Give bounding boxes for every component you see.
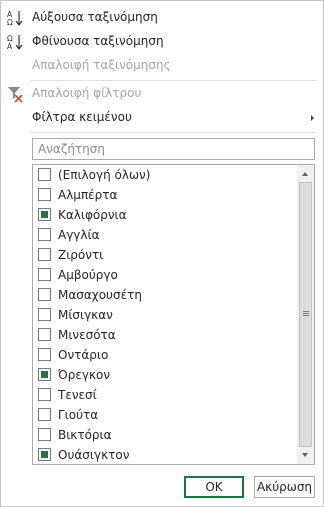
checkbox[interactable] [38,328,51,341]
checkbox[interactable] [38,448,51,461]
clear-filter-label: Απαλοιφή φίλτρου [32,86,142,100]
list-item[interactable]: (Επιλογή όλων) [33,165,297,185]
checkbox[interactable] [38,188,51,201]
checkbox[interactable] [38,288,51,301]
list-item-label: Αλμπέρτα [58,188,118,202]
list-item-label: Ουάσιγκτον [58,448,130,462]
list-item[interactable]: Μίσιγκαν [33,305,297,325]
checkbox[interactable] [38,408,51,421]
sort-descending-item[interactable]: Ω A Φθίνουσα ταξινόμηση [2,30,322,54]
checkbox[interactable] [38,268,51,281]
clear-filter-icon [8,87,23,103]
list-item[interactable]: Αμβούργο [33,265,297,285]
sort-ascending-label: Αύξουσα ταξινόμηση [32,10,158,24]
grip-line [303,313,309,314]
text-filters-label: Φίλτρα κειμένου [32,110,132,124]
list-item[interactable]: Ουάσιγκτον [33,445,297,464]
menu-divider [31,132,317,133]
checkbox[interactable] [38,168,51,181]
list-item[interactable]: Όρεγκον [33,365,297,385]
list-item[interactable]: Καλιφόρνια [33,205,297,225]
list-item[interactable]: Βικτόρια [33,425,297,445]
grip-line [303,315,309,316]
list-item-label: Μίσιγκαν [58,308,113,322]
checkbox[interactable] [38,248,51,261]
list-item[interactable]: Αγγλία [33,225,297,245]
menu-divider [31,80,317,81]
list-item-label: Ζιρόντι [58,248,104,262]
checkbox[interactable] [38,388,51,401]
list-item[interactable]: Ζιρόντι [33,245,297,265]
list-item-label: Αμβούργο [58,268,118,282]
svg-text:A: A [7,42,13,51]
checkbox[interactable] [38,368,51,381]
clear-sort-label: Απαλοιφή ταξινόμησης [32,58,171,72]
scroll-up-icon[interactable] [297,165,314,182]
sort-descending-label: Φθίνουσα ταξινόμηση [32,34,164,48]
scroll-down-icon[interactable] [297,447,314,464]
checkbox[interactable] [38,308,51,321]
list-item-label: Αγγλία [58,228,100,242]
sort-descending-icon: Ω A [7,34,23,51]
list-item[interactable]: Μασαχουσέτη [33,285,297,305]
checkbox[interactable] [38,208,51,221]
clear-filter-item: Απαλοιφή φίλτρου [2,82,322,106]
list-item-label: Γιούτα [58,408,99,422]
list-item-label: Μινεσότα [58,328,116,342]
ok-button[interactable]: OK [184,476,244,498]
filter-value-list[interactable]: (Επιλογή όλων) Αλμπέρτα Καλιφόρνια Αγγλία Ζι… [32,164,315,465]
scrollbar[interactable] [297,165,314,464]
list-item[interactable]: Τενεσί [33,385,297,405]
list-item-label: Όρεγκον [58,368,111,382]
cancel-button[interactable]: Ακύρωση [254,476,315,498]
grip-line [303,311,309,312]
list-item[interactable]: Αλμπέρτα [33,185,297,205]
checkbox[interactable] [38,348,51,361]
list-item-label: Βικτόρια [58,428,112,442]
list-item-label: (Επιλογή όλων) [58,168,151,182]
filter-dropdown-panel: A Ω Αύξουσα ταξινόμηση Ω A Φθίνουσα ταξι… [0,0,324,507]
list-item[interactable]: Μινεσότα [33,325,297,345]
search-input[interactable] [33,139,314,159]
text-filters-item[interactable]: Φίλτρα κειμένου [2,106,322,130]
list-item-label: Οντάριο [58,348,109,362]
sort-ascending-icon: A Ω [7,10,23,27]
clear-sort-item: Απαλοιφή ταξινόμησης [2,54,322,78]
checkbox[interactable] [38,228,51,241]
submenu-arrow-icon [311,115,314,121]
list-item-label: Τενεσί [58,388,97,402]
list-item[interactable]: Γιούτα [33,405,297,425]
svg-text:Ω: Ω [7,18,13,27]
search-box[interactable] [32,138,315,160]
list-item-label: Καλιφόρνια [58,208,127,222]
sort-ascending-item[interactable]: A Ω Αύξουσα ταξινόμηση [2,6,322,30]
list-item-label: Μασαχουσέτη [58,288,142,302]
list-item[interactable]: Οντάριο [33,345,297,365]
scrollbar-thumb[interactable] [299,182,312,447]
checkbox[interactable] [38,428,51,441]
